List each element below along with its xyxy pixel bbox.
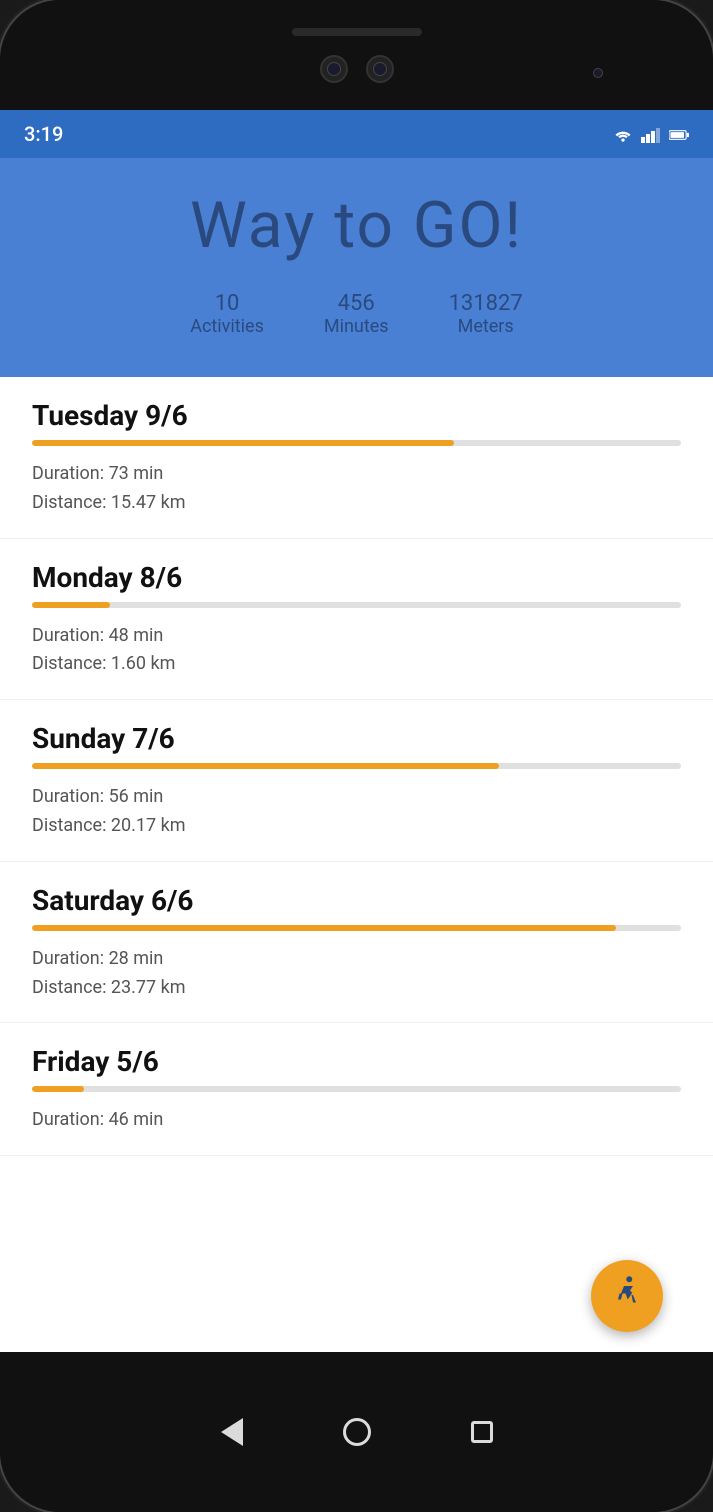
activities-list: Tuesday 9/6 Duration: 73 minDistance: 15.…: [0, 377, 713, 1352]
front-camera-dot: [593, 68, 603, 78]
status-bar: 3:19: [0, 110, 713, 158]
activity-progress-bar: [32, 440, 681, 446]
activities-number: 10: [190, 291, 264, 316]
activity-progress-fill: [32, 925, 616, 931]
speaker-grill: [292, 28, 422, 36]
activity-day: Tuesday 9/6: [32, 399, 681, 432]
front-camera-right: [366, 55, 394, 83]
battery-icon: [669, 125, 689, 144]
activity-stats: Duration: 56 minDistance: 20.17 km: [32, 783, 681, 841]
stat-activities: 10 Activities: [190, 291, 264, 337]
meters-number: 131827: [449, 291, 523, 316]
stat-meters: 131827 Meters: [449, 291, 523, 337]
meters-label: Meters: [458, 316, 514, 337]
activity-item[interactable]: Tuesday 9/6 Duration: 73 minDistance: 15.…: [0, 377, 713, 539]
status-icons: [613, 125, 689, 144]
activity-progress-fill: [32, 1086, 84, 1092]
activities-label: Activities: [190, 316, 264, 337]
recent-button[interactable]: [471, 1421, 493, 1443]
activity-item[interactable]: Friday 5/6 Duration: 46 min: [0, 1023, 713, 1156]
header-stats: 10 Activities 456 Minutes 131827 Meters: [40, 291, 673, 337]
activity-stats: Duration: 48 minDistance: 1.60 km: [32, 622, 681, 680]
camera-group: [320, 55, 394, 83]
minutes-number: 456: [324, 291, 389, 316]
screen: 3:19: [0, 110, 713, 1352]
back-button[interactable]: [221, 1418, 243, 1446]
activity-day: Friday 5/6: [32, 1045, 681, 1078]
minutes-label: Minutes: [324, 316, 389, 337]
activity-progress-bar: [32, 602, 681, 608]
activity-stats: Duration: 28 minDistance: 23.77 km: [32, 945, 681, 1003]
stat-minutes: 456 Minutes: [324, 291, 389, 337]
home-button[interactable]: [343, 1418, 371, 1446]
status-time: 3:19: [24, 122, 63, 146]
activity-day: Sunday 7/6: [32, 722, 681, 755]
activity-day: Monday 8/6: [32, 561, 681, 594]
signal-icon: [641, 125, 661, 144]
wifi-icon: [613, 125, 633, 144]
activity-stats: Duration: 73 minDistance: 15.47 km: [32, 460, 681, 518]
app-header: Way to GO! 10 Activities 456 Minutes 131…: [0, 158, 713, 377]
activity-item[interactable]: Monday 8/6 Duration: 48 minDistance: 1.60…: [0, 539, 713, 701]
activity-progress-bar: [32, 1086, 681, 1092]
activity-progress-bar: [32, 925, 681, 931]
phone-bottom-bezel: [0, 1352, 713, 1512]
activity-item[interactable]: Sunday 7/6 Duration: 56 minDistance: 20.1…: [0, 700, 713, 862]
header-title: Way to GO!: [40, 188, 673, 263]
runner-icon: [609, 1274, 645, 1318]
activity-progress-bar: [32, 763, 681, 769]
front-camera-left: [320, 55, 348, 83]
activity-stats: Duration: 46 min: [32, 1106, 681, 1135]
phone-shell: 3:19: [0, 0, 713, 1512]
fab-button[interactable]: [591, 1260, 663, 1332]
activity-progress-fill: [32, 440, 454, 446]
activity-day: Saturday 6/6: [32, 884, 681, 917]
activity-progress-fill: [32, 602, 110, 608]
activity-progress-fill: [32, 763, 499, 769]
phone-top-bezel: [0, 0, 713, 110]
activity-item[interactable]: Saturday 6/6 Duration: 28 minDistance: 23…: [0, 862, 713, 1024]
